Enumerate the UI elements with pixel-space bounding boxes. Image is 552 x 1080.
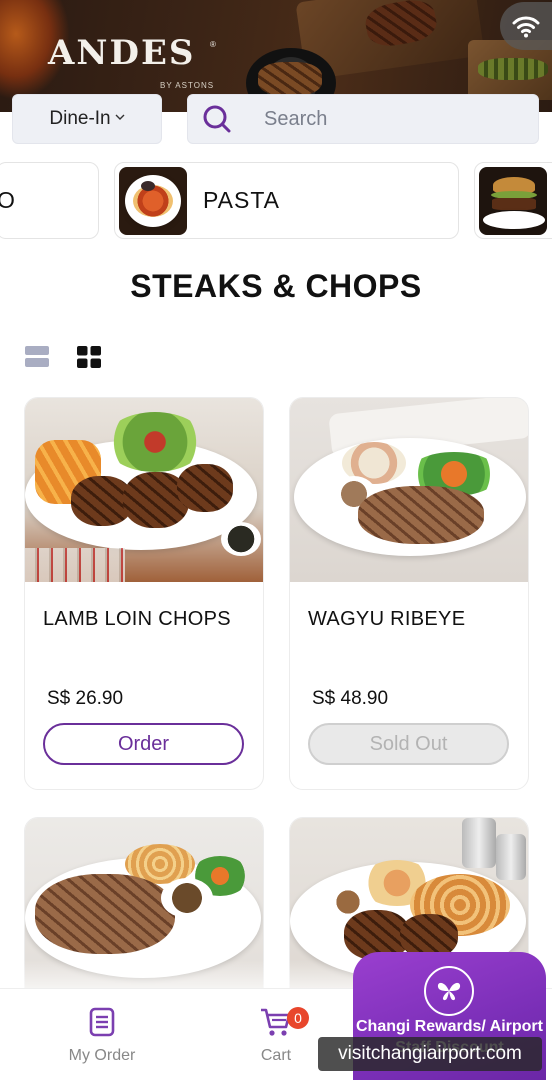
registered-mark: ® [210,40,216,49]
nav-label: My Order [68,1047,136,1064]
ribeye-steak-shape [358,486,484,544]
category-label: O [0,187,16,213]
patty-shape [492,197,536,210]
brand-logo: ANDES ® BY ASTONS [48,34,220,96]
order-type-select[interactable]: Dine-In [12,94,162,144]
product-card[interactable]: LAMB LOIN CHOPS S$ 26.90 Order [24,397,264,790]
source-watermark: visitchangiairport.com [318,1037,542,1071]
butterfly-icon [437,982,461,1001]
category-thumbnail [479,166,547,235]
mussel-shape [141,180,155,191]
product-price: S$ 48.90 [312,688,389,709]
shaker-shape [462,818,496,868]
category-thumbnail [119,166,187,235]
sauce-bowl-shape [221,522,261,556]
food-photo-steak [258,62,322,96]
product-photo [25,398,263,582]
category-item[interactable]: O [0,162,99,239]
brand-name: ANDES [48,33,196,73]
list-view-icon[interactable] [25,346,49,368]
grid-view-icon[interactable] [77,346,101,368]
lamb-chop-shape [177,464,233,512]
product-price: S$ 26.90 [47,688,124,709]
cart-count-badge: 0 [287,1007,309,1029]
sold-out-button: Sold Out [308,723,509,765]
steak-shape [35,874,175,954]
product-name: LAMB LOIN CHOPS [43,608,231,630]
category-item-pasta[interactable]: PASTA [114,162,459,239]
product-name: WAGYU RIBEYE [308,608,466,630]
order-type-value: Dine-In [49,108,111,129]
category-label: PASTA [203,187,280,213]
food-photo-greens [478,58,548,80]
search-box[interactable] [187,94,539,144]
brand-sub: BY ASTONS [160,81,215,90]
order-list-icon [89,1007,115,1037]
search-input[interactable] [264,107,524,131]
napkin-shape [25,548,125,582]
salad-shape [105,412,205,472]
shaker-shape [496,834,526,880]
section-title: STEAKS & CHOPS [130,268,422,304]
order-button[interactable]: Order [43,723,244,765]
plate-shape [483,210,545,229]
sauce-bowl-shape [161,878,213,918]
nav-label: Cart [260,1047,292,1064]
search-icon [203,105,231,133]
wifi-button[interactable] [500,2,552,50]
wifi-icon [512,16,540,38]
nav-my-order[interactable]: My Order [42,1007,162,1065]
butterfly-badge [424,966,474,1016]
chevron-down-icon [115,114,125,120]
product-photo [290,398,528,582]
category-item[interactable] [474,162,552,239]
product-card[interactable]: WAGYU RIBEYE S$ 48.90 Sold Out [289,397,529,790]
